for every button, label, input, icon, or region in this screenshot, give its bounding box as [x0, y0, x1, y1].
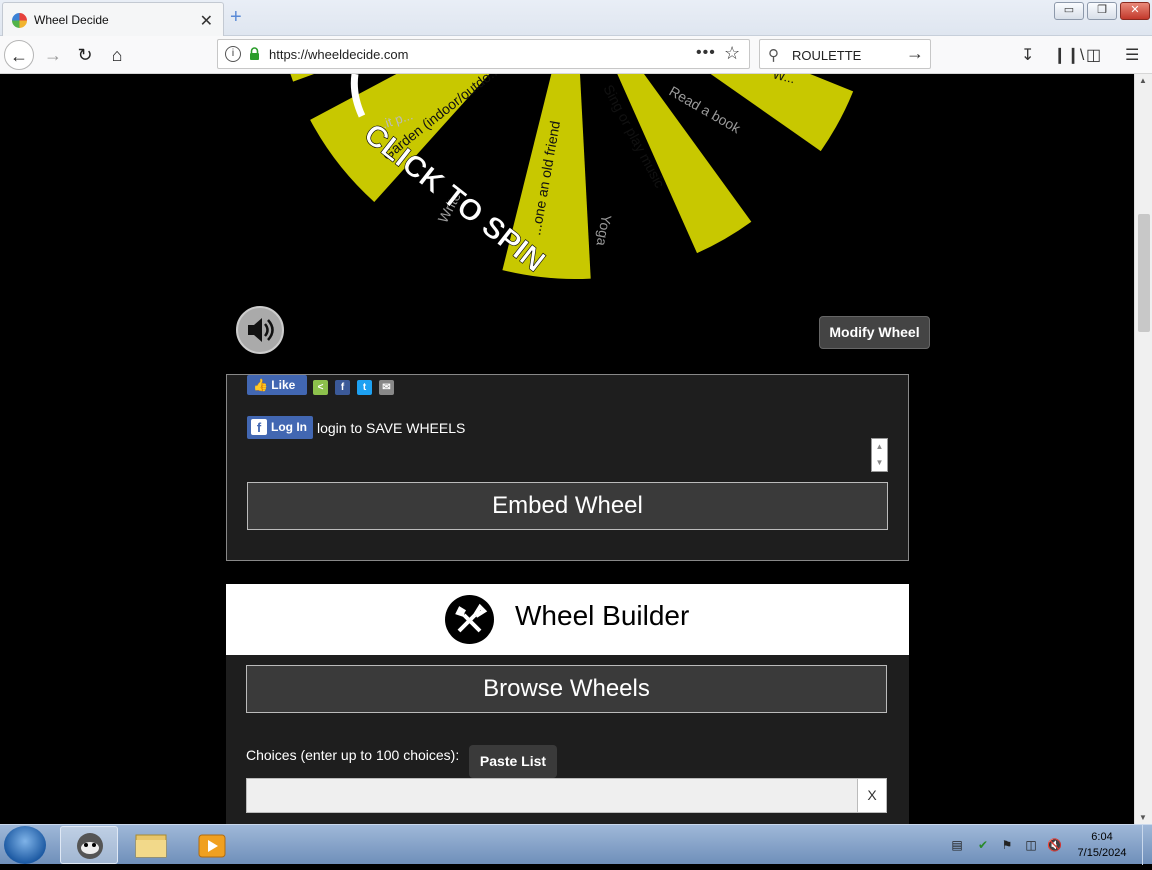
- tools-icon: [445, 595, 494, 644]
- login-hint: login to SAVE WHEELS: [317, 420, 466, 436]
- window-close-button[interactable]: ✕: [1120, 2, 1150, 20]
- page-scrollbar[interactable]: ▲ ▼: [1134, 74, 1152, 824]
- search-value: ROULETTE: [792, 48, 862, 63]
- reload-button[interactable]: ↻: [70, 40, 100, 70]
- scroll-up-arrow-icon[interactable]: ▲: [1139, 76, 1147, 85]
- facebook-like-button[interactable]: 👍 Like: [247, 375, 307, 395]
- share-icon[interactable]: <: [313, 380, 328, 395]
- clock-date: 7/15/2024: [1077, 847, 1127, 859]
- tray-volume-muted-icon[interactable]: 🔇: [1047, 838, 1062, 852]
- browser-titlebar: Wheel Decide ✕ + ▭ ❐ ✕: [0, 0, 1152, 36]
- tab-title: Wheel Decide: [34, 13, 109, 27]
- wheel-slices[interactable]: [278, 74, 854, 279]
- email-share-icon[interactable]: ✉: [379, 380, 394, 395]
- scroll-down-arrow-icon[interactable]: ▼: [1139, 813, 1147, 822]
- slice-label-4: Yoga: [594, 213, 615, 247]
- home-button[interactable]: ⌂: [102, 40, 132, 70]
- site-info-icon[interactable]: i: [225, 46, 241, 62]
- start-button[interactable]: [4, 826, 46, 864]
- minimize-button[interactable]: ▭: [1054, 2, 1084, 20]
- wheel-builder-panel: Browse Wheels Choices (enter up to 100 c…: [226, 655, 909, 824]
- browser-navbar: ← → ↻ ⌂ i https://wheeldecide.com ••• ☆ …: [0, 36, 1152, 74]
- restore-button[interactable]: ❐: [1087, 2, 1117, 20]
- choice-input[interactable]: [246, 778, 858, 813]
- url-bar[interactable]: i https://wheeldecide.com ••• ☆: [217, 39, 750, 69]
- taskbar-clock[interactable]: 6:04 7/15/2024: [1066, 829, 1138, 861]
- modify-wheel-button[interactable]: Modify Wheel: [819, 316, 930, 349]
- bookmark-star-icon[interactable]: ☆: [724, 43, 740, 64]
- search-icon: ⚲: [768, 47, 779, 64]
- firefox-taskbar-item[interactable]: [60, 826, 118, 864]
- speaker-icon: [248, 318, 274, 342]
- back-button[interactable]: ←: [4, 40, 34, 70]
- page-actions-icon[interactable]: •••: [696, 44, 716, 62]
- paste-list-button[interactable]: Paste List: [469, 745, 557, 778]
- clear-choice-button[interactable]: X: [857, 778, 887, 813]
- scrollbar-thumb[interactable]: [1138, 214, 1150, 332]
- facebook-share-icon[interactable]: f: [335, 380, 350, 395]
- downloads-icon[interactable]: ↧: [1021, 45, 1034, 65]
- choices-label: Choices (enter up to 100 choices):: [246, 747, 460, 763]
- media-player-icon: [198, 834, 226, 858]
- search-go-icon[interactable]: →: [906, 43, 924, 64]
- search-bar[interactable]: ⚲ ROULETTE →: [759, 39, 931, 69]
- scroll-up-icon[interactable]: ▲: [872, 439, 887, 455]
- spin-wheel[interactable]: ...it p... Garden (indoor/outdo... Write…: [0, 74, 1134, 304]
- wheel-builder-header: Wheel Builder: [226, 584, 909, 655]
- scroll-down-icon[interactable]: ▼: [872, 455, 887, 471]
- embed-wheel-button[interactable]: Embed Wheel: [247, 482, 888, 530]
- login-label: Log In: [271, 420, 307, 434]
- new-tab-button[interactable]: +: [230, 6, 242, 29]
- media-player-taskbar-item[interactable]: [184, 826, 242, 864]
- wheel-builder-title: Wheel Builder: [515, 600, 690, 631]
- sound-toggle-button[interactable]: [236, 306, 284, 354]
- raccoon-app-icon: [77, 833, 103, 859]
- tab-close-icon[interactable]: ✕: [200, 11, 213, 31]
- wheel-favicon-icon: [12, 13, 27, 28]
- page-content: ...it p... Garden (indoor/outdo... Write…: [0, 74, 1134, 824]
- show-desktop-button[interactable]: [1142, 825, 1152, 865]
- like-label: Like: [271, 378, 296, 392]
- twitter-share-icon[interactable]: t: [357, 380, 372, 395]
- tray-document-icon[interactable]: ▤: [950, 838, 964, 852]
- clock-time: 6:04: [1091, 831, 1113, 843]
- tray-flag-icon[interactable]: ⚑: [1000, 838, 1014, 852]
- browse-wheels-button[interactable]: Browse Wheels: [246, 665, 887, 713]
- folder-icon: [135, 834, 167, 858]
- facebook-login-button[interactable]: f Log In: [247, 416, 313, 439]
- sidebar-icon[interactable]: ◫: [1086, 45, 1101, 65]
- library-icon[interactable]: ❙❙\: [1053, 45, 1084, 65]
- menu-icon[interactable]: ☰: [1125, 45, 1139, 65]
- facebook-icon: f: [251, 419, 267, 435]
- windows-taskbar: ▤ ✔ ⚑ ◫ 🔇 6:04 7/15/2024: [0, 824, 1152, 865]
- lock-icon: [250, 47, 259, 60]
- mini-scrollbar[interactable]: ▲ ▼: [871, 438, 888, 472]
- tray-network-icon[interactable]: ◫: [1024, 838, 1038, 852]
- thumbs-up-icon: 👍: [253, 378, 268, 392]
- url-text: https://wheeldecide.com: [269, 47, 409, 62]
- tab-wheel-decide[interactable]: Wheel Decide ✕: [2, 2, 224, 36]
- file-explorer-taskbar-item[interactable]: [122, 826, 180, 864]
- forward-button[interactable]: →: [38, 40, 68, 70]
- share-panel: 👍 Like < f t ✉ f Log In login to SAVE WHE…: [226, 374, 909, 561]
- tray-security-icon[interactable]: ✔: [976, 838, 990, 852]
